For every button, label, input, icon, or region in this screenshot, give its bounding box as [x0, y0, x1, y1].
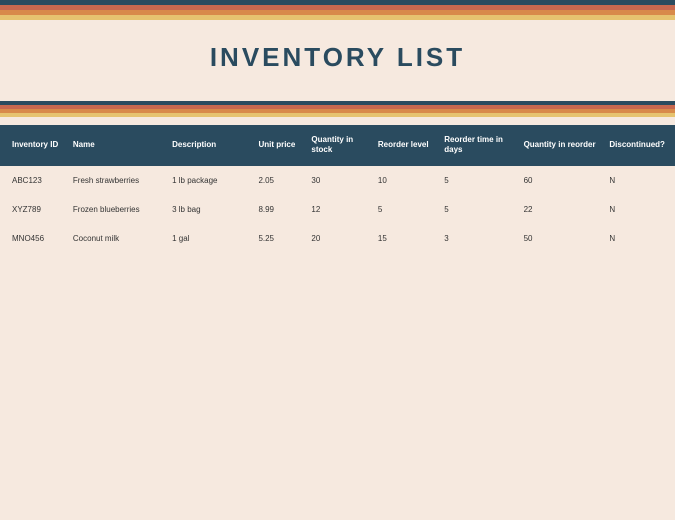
cell-name: Coconut milk: [67, 224, 166, 253]
cell-reorder-level: 5: [372, 195, 438, 224]
stripe-yellow: [0, 113, 675, 117]
mid-stripe-group: [0, 101, 675, 117]
cell-quantity-in-stock: 20: [305, 224, 371, 253]
table-body: ABC123Fresh strawberries1 lb package2.05…: [0, 166, 675, 253]
cell-inventory-id: MNO456: [0, 224, 67, 253]
table-row: XYZ789Frozen blueberries3 lb bag8.991255…: [0, 195, 675, 224]
cell-quantity-in-reorder: 22: [518, 195, 604, 224]
cell-inventory-id: ABC123: [0, 166, 67, 195]
cell-reorder-level: 10: [372, 166, 438, 195]
table-row: MNO456Coconut milk1 gal5.252015350N: [0, 224, 675, 253]
col-reorder-time: Reorder time in days: [438, 125, 517, 166]
col-discontinued: Discontinued?: [603, 125, 675, 166]
col-inventory-id: Inventory ID: [0, 125, 67, 166]
inventory-table: Inventory ID Name Description Unit price…: [0, 125, 675, 253]
cell-reorder-time-days: 5: [438, 195, 517, 224]
cell-quantity-in-reorder: 60: [518, 166, 604, 195]
table-header: Inventory ID Name Description Unit price…: [0, 125, 675, 166]
cell-unit-price: 2.05: [252, 166, 305, 195]
page-title: INVENTORY LIST: [0, 42, 675, 73]
cell-inventory-id: XYZ789: [0, 195, 67, 224]
cell-quantity-in-reorder: 50: [518, 224, 604, 253]
table-row: ABC123Fresh strawberries1 lb package2.05…: [0, 166, 675, 195]
cell-discontinued: N: [603, 195, 675, 224]
cell-quantity-in-stock: 12: [305, 195, 371, 224]
col-reorder-level: Reorder level: [372, 125, 438, 166]
cell-reorder-time-days: 3: [438, 224, 517, 253]
cell-reorder-time-days: 5: [438, 166, 517, 195]
title-area: INVENTORY LIST: [0, 20, 675, 95]
cell-discontinued: N: [603, 166, 675, 195]
col-quantity-in-stock: Quantity in stock: [305, 125, 371, 166]
cell-quantity-in-stock: 30: [305, 166, 371, 195]
cell-name: Fresh strawberries: [67, 166, 166, 195]
cell-unit-price: 5.25: [252, 224, 305, 253]
cell-description: 3 lb bag: [166, 195, 252, 224]
cell-unit-price: 8.99: [252, 195, 305, 224]
cell-reorder-level: 15: [372, 224, 438, 253]
cell-name: Frozen blueberries: [67, 195, 166, 224]
col-name: Name: [67, 125, 166, 166]
col-description: Description: [166, 125, 252, 166]
inventory-table-wrapper: Inventory ID Name Description Unit price…: [0, 125, 675, 253]
cell-discontinued: N: [603, 224, 675, 253]
top-stripe-group: [0, 0, 675, 20]
col-quantity-in-reorder: Quantity in reorder: [518, 125, 604, 166]
col-unit-price: Unit price: [252, 125, 305, 166]
stripe-yellow: [0, 15, 675, 20]
cell-description: 1 lb package: [166, 166, 252, 195]
cell-description: 1 gal: [166, 224, 252, 253]
